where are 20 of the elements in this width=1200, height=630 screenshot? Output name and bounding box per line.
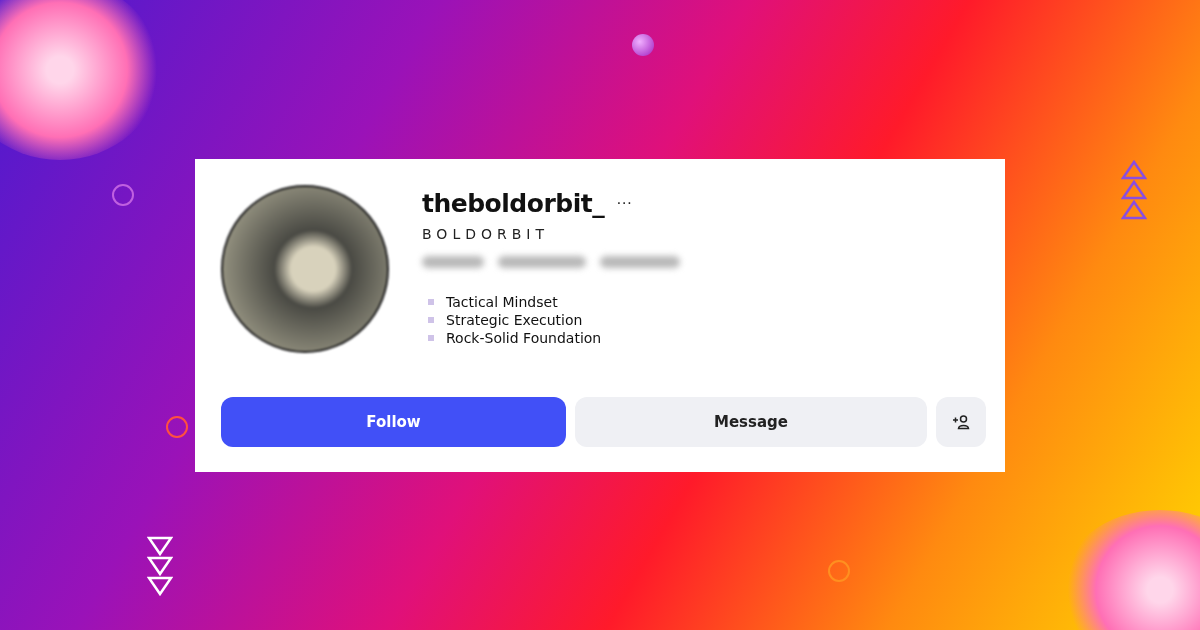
display-name: BOLDORBIT [422, 225, 550, 242]
bio-line: Strategic Execution [446, 311, 583, 328]
add-person-button[interactable] [936, 396, 986, 447]
bio-line: Tactical Mindset [446, 293, 558, 310]
bio-line: Rock-Solid Foundation [446, 329, 602, 346]
ring-icon [112, 184, 134, 206]
follow-button[interactable]: Follow [221, 396, 566, 447]
add-person-icon [952, 413, 970, 430]
bullet-icon [428, 316, 434, 323]
ring-icon [828, 560, 850, 582]
bullet-icon [428, 334, 434, 341]
triangles-icon [1121, 160, 1147, 222]
more-options-button[interactable]: ··· [616, 194, 633, 212]
message-button[interactable]: Message [575, 396, 927, 447]
blurred-stat [422, 255, 484, 268]
ring-icon [166, 416, 188, 438]
bullet-icon [428, 298, 434, 305]
username: theboldorbit_ [422, 188, 605, 218]
sphere-icon [632, 34, 654, 56]
triangles-icon [147, 536, 173, 598]
